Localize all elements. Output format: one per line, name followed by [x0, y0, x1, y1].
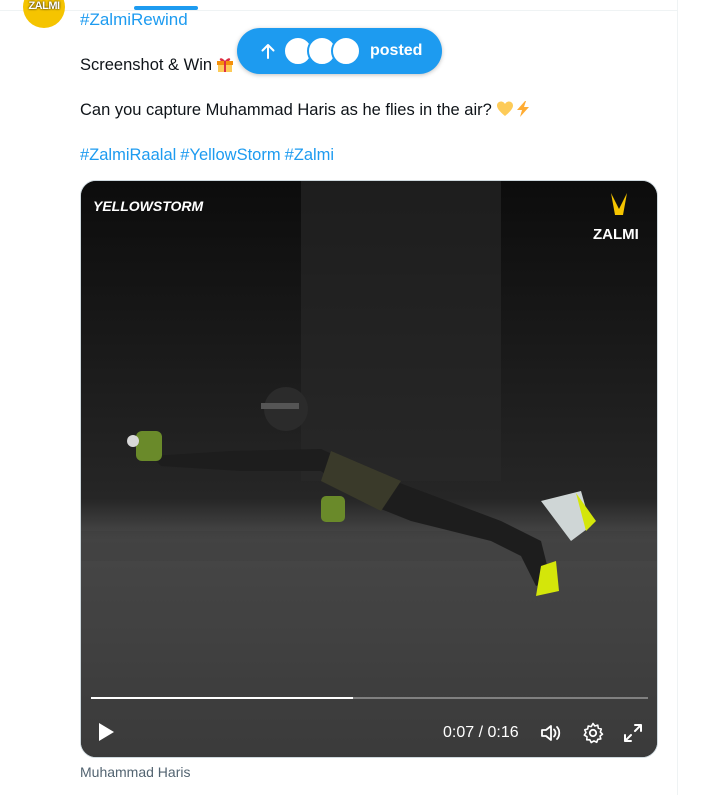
svg-text:ZALMI: ZALMI [593, 226, 639, 243]
hashtag-link-zalmirewind[interactable]: #ZalmiRewind [80, 10, 188, 30]
gear-icon[interactable] [581, 721, 605, 745]
lightning-icon [517, 100, 530, 117]
tweet-text-question: Can you capture Muhammad Haris as he fli… [80, 101, 492, 119]
hashtag-link-zalmiraalal[interactable]: #ZalmiRaalal [80, 146, 176, 164]
media-caption: Muhammad Haris [80, 764, 191, 780]
hashtag-list: #ZalmiRaalal #YellowStorm #Zalmi [80, 146, 338, 165]
volume-icon[interactable] [539, 721, 563, 745]
tweet-text-line: Can you capture Muhammad Haris as he fli… [80, 100, 532, 120]
watermark-yellowstorm: YELLOWSTORM [93, 198, 204, 214]
avatar-logo-text: ZALMI [28, 0, 60, 12]
video-progress-bar[interactable] [91, 697, 648, 699]
new-posts-pill[interactable]: posted [237, 28, 442, 74]
tweet-text-line: Screenshot & Win [80, 56, 234, 75]
tweet-text-screenshot-win: Screenshot & Win [80, 56, 213, 74]
fullscreen-icon[interactable] [621, 721, 645, 745]
arrow-up-icon [261, 44, 275, 59]
video-progress-fill [91, 697, 353, 699]
posted-label: posted [370, 42, 423, 59]
avatar [331, 36, 361, 66]
hashtag-link-yellowstorm[interactable]: #YellowStorm [180, 146, 280, 164]
video-player[interactable]: YELLOWSTORM ZALMI 0:07 / 0:16 [80, 180, 658, 758]
hashtag-link-zalmi[interactable]: #Zalmi [285, 146, 335, 164]
yellow-heart-icon [497, 101, 514, 116]
play-icon[interactable] [95, 721, 117, 743]
video-time-display: 0:07 / 0:16 [443, 724, 519, 741]
gift-icon [217, 57, 234, 72]
video-frame: YELLOWSTORM ZALMI [81, 181, 657, 757]
